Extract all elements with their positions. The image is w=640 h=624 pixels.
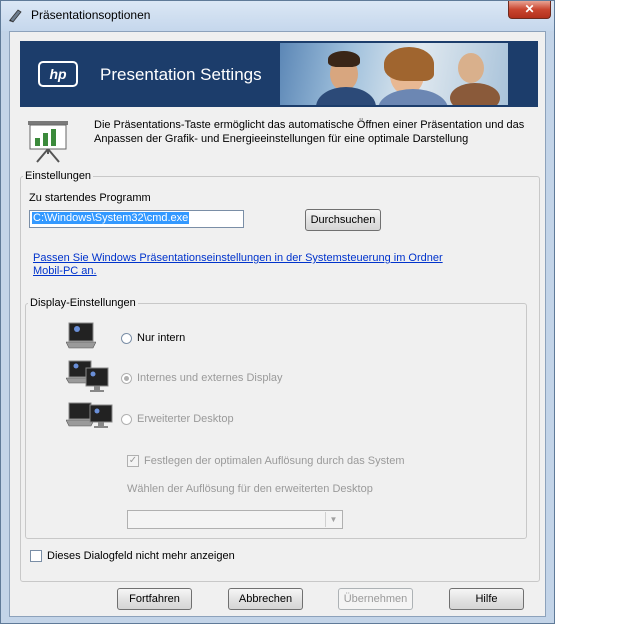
resolution-label: Wählen der Auflösung für den erweiterten… [127,483,373,495]
title-bar[interactable]: Präsentationsoptionen ✕ [1,1,554,31]
dont-show-checkbox[interactable] [30,550,42,562]
banner: hp Presentation Settings [20,41,538,107]
help-button[interactable]: Hilfe [449,588,524,610]
resolution-select[interactable]: ▼ [127,510,343,529]
intro-description: Die Präsentations-Taste ermöglicht das a… [94,119,525,145]
pen-icon [9,9,22,23]
radio-internal-external[interactable] [121,373,132,384]
banner-title: Presentation Settings [100,65,262,84]
apply-button[interactable]: Übernehmen [338,588,413,610]
optimal-resolution-checkbox[interactable]: ✓ [127,455,139,467]
control-panel-link[interactable]: Passen Sie Windows Präsentationseinstell… [33,252,443,278]
program-path-value: C:\Windows\System32\cmd.exe [32,212,190,224]
program-label: Zu startendes Programm [29,192,151,204]
cancel-button[interactable]: Abbrechen [228,588,303,610]
dialog-window: Präsentationsoptionen ✕ hp Presentation … [0,0,555,624]
program-path-input[interactable]: C:\Windows\System32\cmd.exe [29,210,244,228]
laptop-icon [66,322,96,349]
internal-only-label: Nur intern [137,332,186,344]
laptop-monitor-clone-icon [66,360,109,392]
projector-screen-icon [28,121,68,163]
settings-legend: Einstellungen [25,170,92,182]
dialog-body: hp Presentation Settings Die Präsentatio… [9,31,546,617]
display-legend: Display-Einstellungen [30,297,136,309]
banner-photo [280,43,508,105]
continue-button[interactable]: Fortfahren [117,588,192,610]
laptop-monitor-extend-icon [66,402,113,428]
internal-external-label: Internes und externes Display [137,372,283,384]
browse-button[interactable]: Durchsuchen [305,209,381,231]
extended-desktop-label: Erweiterter Desktop [137,413,234,425]
close-button[interactable]: ✕ [508,1,551,19]
window-title: Präsentationsoptionen [31,8,151,22]
optimal-resolution-label: Festlegen der optimalen Auflösung durch … [144,455,405,467]
dont-show-label: Dieses Dialogfeld nicht mehr anzeigen [47,550,235,562]
hp-logo: hp [38,61,78,87]
chevron-down-icon: ▼ [325,512,341,527]
radio-internal-only[interactable] [121,333,132,344]
radio-extended-desktop[interactable] [121,414,132,425]
